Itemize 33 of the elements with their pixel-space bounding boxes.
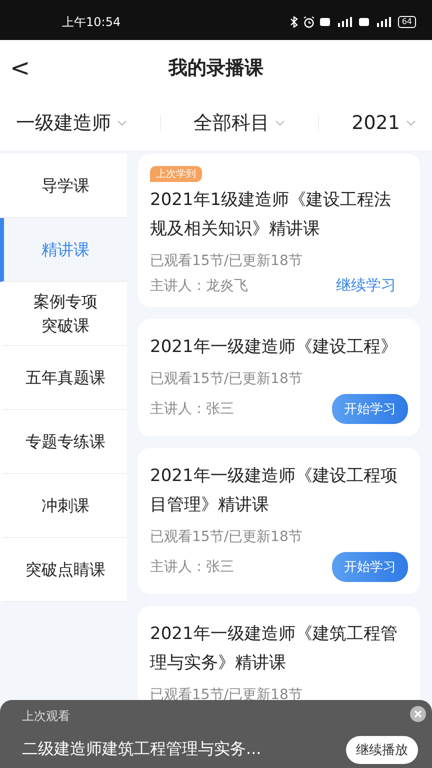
chevron-down-icon <box>406 120 416 126</box>
last-studied-badge: 上次学到 <box>150 166 202 182</box>
chevron-down-icon <box>117 120 127 126</box>
alarm-clock-icon <box>302 16 315 28</box>
continue-link[interactable]: 继续学习 <box>336 276 396 295</box>
filter-dropdown[interactable]: 全部科目 <box>193 110 286 136</box>
course-card[interactable]: 2021年一级建造师《建设工程》 已观看15节/已更新18节 主讲人：张三 开始学习 <box>138 319 420 436</box>
filter-dropdown[interactable]: 一级建造师 <box>16 110 127 136</box>
lecturer-text: 主讲人：张三 <box>150 558 234 576</box>
course-title: 2021年一级建造师《建设工程》 <box>150 336 398 359</box>
resume-caption: 上次观看 <box>22 708 71 725</box>
signal-icon <box>320 17 354 27</box>
progress-text: 已观看15节/已更新18节 <box>150 370 304 388</box>
course-title: 2021年一级建造师《建筑工程管理与实务》精讲课 <box>150 623 398 675</box>
progress-text: 已观看15节/已更新18节 <box>150 252 304 270</box>
resume-title: 二级建造师建筑工程管理与实务... <box>22 738 262 760</box>
course-title: 2021年一级建造师《建设工程项目管理》精讲课 <box>150 465 398 517</box>
bluetooth-icon <box>290 16 298 28</box>
battery-level: 64 <box>398 16 416 28</box>
course-title: 2021年1级建造师《建设工程法规及相关知识》精讲课 <box>150 189 392 241</box>
course-card[interactable]: 上次学到 2021年1级建造师《建设工程法规及相关知识》精讲课 已观看15节/已更新18节 主讲人：龙炎飞 继续学习 <box>138 154 420 307</box>
page-title: 我的录播课 <box>168 56 264 80</box>
progress-text: 已观看15节/已更新18节 <box>150 528 304 546</box>
close-icon[interactable] <box>410 706 426 722</box>
back-button[interactable]: < <box>10 54 30 82</box>
lecturer-text: 主讲人：龙炎飞 <box>150 276 248 294</box>
lecturer-text: 主讲人：张三 <box>150 400 234 418</box>
continue-play-button[interactable]: 继续播放 <box>346 736 418 764</box>
status-time: 上午10:54 <box>62 14 122 30</box>
chevron-down-icon <box>275 120 286 126</box>
filter-dropdown[interactable]: 2021 <box>352 112 416 134</box>
course-card[interactable]: 2021年一级建造师《建设工程项目管理》精讲课 已观看15节/已更新18节 主讲人：张三 开始学习 <box>138 448 420 594</box>
signal-icon <box>358 17 393 27</box>
